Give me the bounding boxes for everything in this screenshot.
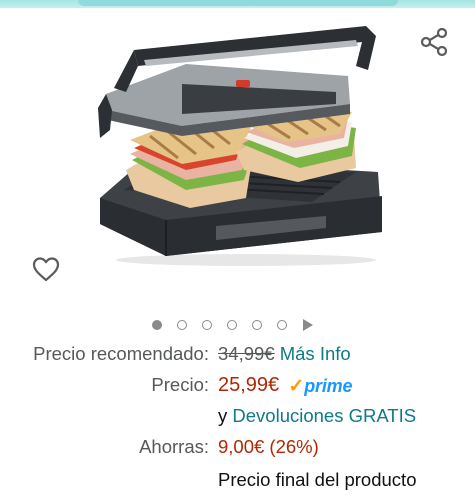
free-returns-link[interactable]: Devoluciones GRATIS [232,405,416,426]
savings-row: Ahorras: 9,00€ (26%) [0,436,475,466]
wishlist-heart-icon[interactable] [30,253,62,285]
top-strip-edge [78,0,398,6]
recommended-price-label: Precio recomendado: [33,343,209,364]
play-video-icon[interactable] [303,319,313,331]
product-image[interactable] [86,20,386,270]
prime-wordmark: prime [304,376,353,396]
carousel-dot-4[interactable] [227,320,237,330]
price-row: Precio: 25,99€ ✓prime [0,374,475,404]
carousel-dot-1[interactable] [152,320,162,330]
savings-value: 9,00€ (26%) [218,436,319,457]
savings-label: Ahorras: [139,436,209,457]
recommended-price-value: 34,99€ [218,343,275,364]
returns-prefix: y [218,405,228,426]
more-info-link[interactable]: Más Info [280,343,351,364]
price-label: Precio: [151,374,209,395]
image-carousel-indicators [152,316,313,334]
carousel-dot-3[interactable] [202,320,212,330]
carousel-dot-5[interactable] [252,320,262,330]
carousel-dot-6[interactable] [277,320,287,330]
share-icon[interactable] [418,26,450,58]
prime-check-icon: ✓ [288,376,305,397]
current-price: 25,99€ [218,374,280,396]
recommended-price-row: Precio recomendado: 34,99€ Más Info [0,343,475,373]
final-price-note: Precio final del producto [218,469,417,490]
returns-row: y Devoluciones GRATIS [0,405,475,435]
final-price-row: Precio final del producto [0,469,475,499]
carousel-dot-2[interactable] [177,320,187,330]
prime-badge: ✓prime [288,375,352,398]
